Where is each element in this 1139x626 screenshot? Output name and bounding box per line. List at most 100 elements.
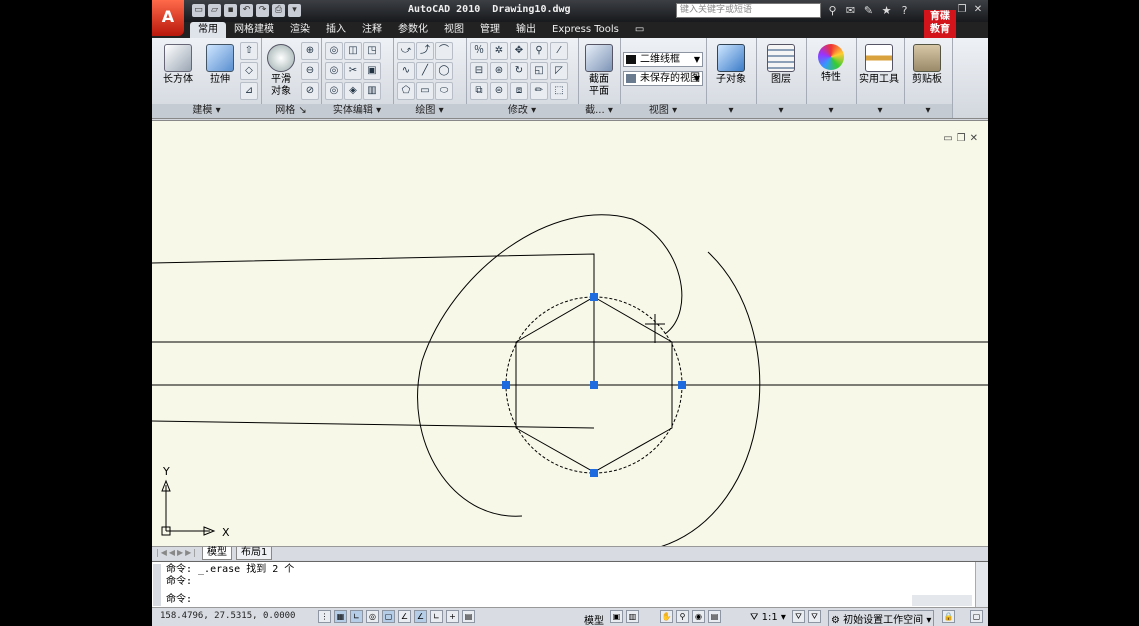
arc-icon[interactable]: ⌒ [435,42,453,60]
ribbon-minimize-icon[interactable]: ▭ [627,22,652,38]
close-icon[interactable]: ✕ [972,4,984,16]
imprint-icon[interactable]: ▣ [363,62,381,80]
panel-modify-label[interactable]: 修改 ▾ [466,104,578,118]
binoculars-icon[interactable]: ⚲ [826,4,839,17]
drawing-canvas[interactable]: ▭ ❐ ✕ Y X [152,120,988,547]
utilities-button[interactable]: 实用工具 [859,44,899,86]
separate-icon[interactable]: ◳ [363,42,381,60]
visual-style-dropdown[interactable]: 二维线框 ▼ [623,52,703,67]
polysolid-icon[interactable]: ◇ [240,62,258,80]
tab-manage[interactable]: 管理 [472,22,508,38]
polar-toggle[interactable]: ◎ [366,610,379,623]
open-file-icon[interactable]: ▱ [208,4,221,17]
tab-mesh-modeling[interactable]: 网格建模 [226,22,282,38]
showmotion-icon[interactable]: ▤ [708,610,721,623]
intersect-icon[interactable]: ◎ [325,82,343,100]
undo-icon[interactable]: ↶ [240,4,253,17]
offset-icon[interactable]: ⊜ [490,82,508,100]
save-icon[interactable]: ▪ [224,4,237,17]
box-button[interactable]: 长方体 [158,44,198,86]
zoom-icon[interactable]: ⚲ [676,610,689,623]
fillet-icon[interactable]: ％ [470,42,488,60]
tab-layout1[interactable]: 布局1 [236,547,273,560]
ortho-toggle[interactable]: ∟ [350,610,363,623]
command-vertical-scrollbar[interactable] [975,562,988,608]
annotation-visibility-icon[interactable]: ⛛ [792,610,805,623]
steeringwheel-icon[interactable]: ◉ [692,610,705,623]
chamfer-icon[interactable]: ◸ [550,62,568,80]
panel-section-label[interactable]: 截... ▾ [578,104,620,118]
coordinates-readout[interactable]: 158.4796, 27.5315, 0.0000 [160,611,295,621]
tab-model[interactable]: 模型 [202,547,232,560]
utilities-expand[interactable]: ▾ [856,104,904,118]
union-icon[interactable]: ◎ [325,42,343,60]
grip-right[interactable] [678,381,686,389]
ducs-toggle[interactable]: ∟ [430,610,443,623]
wrench-handle-bottom[interactable] [152,420,595,429]
subobject-expand[interactable]: ▾ [706,104,756,118]
properties-button[interactable]: 特性 [811,44,851,84]
panel-modeling-label[interactable]: 建模 ▾ [152,104,261,118]
quick-view-drawings-icon[interactable]: ▥ [626,610,639,623]
grip-bottom[interactable] [590,469,598,477]
snap-mode-toggle[interactable]: ⋮ [318,610,331,623]
auto-scale-icon[interactable]: ⛛ [808,610,821,623]
slice-icon[interactable]: ✂ [344,62,362,80]
presspull-icon[interactable]: ⇧ [240,42,258,60]
command-window-grip[interactable] [153,564,161,606]
smooth-more-icon[interactable]: ⊕ [301,42,319,60]
workspace-switcher[interactable]: ⚙ 初始设置工作空间 ▾ [828,610,935,626]
rotate-icon[interactable]: ↻ [510,62,528,80]
trim-icon[interactable]: ⁄ [550,42,568,60]
search-input[interactable]: 键入关键字或短语 [676,3,821,18]
favorites-star-icon[interactable]: ★ [880,4,893,17]
circle-icon[interactable]: ◯ [435,62,453,80]
polyline-icon[interactable]: ⤻ [397,42,415,60]
dyn-toggle[interactable]: + [446,610,459,623]
shell-icon[interactable]: ▥ [363,82,381,100]
spline-icon[interactable]: ∿ [397,62,415,80]
command-input[interactable]: 命令: [166,594,192,606]
command-horizontal-scrollbar[interactable] [912,595,972,606]
smooth-object-button[interactable]: 平滑 对象 [261,44,301,98]
panel-draw-label[interactable]: 绘图 ▾ [393,104,466,118]
move-icon[interactable]: ✥ [510,42,528,60]
clipboard-button[interactable]: 剪贴板 [907,44,947,86]
erase-icon[interactable]: ✏ [530,82,548,100]
restore-icon[interactable]: ❐ [956,4,968,16]
model-space-label[interactable]: 模型 [584,612,604,626]
panel-mesh-label[interactable]: 网格 ↘ [261,104,321,118]
section-plane-button[interactable]: 截面 平面 [579,44,619,98]
otrack-toggle[interactable]: ∠ [414,610,427,623]
subtract-icon[interactable]: ◎ [325,62,343,80]
tab-annotate[interactable]: 注释 [354,22,390,38]
layers-expand[interactable]: ▾ [756,104,806,118]
new-file-icon[interactable]: ▭ [192,4,205,17]
tab-output[interactable]: 输出 [508,22,544,38]
tab-parametric[interactable]: 参数化 [390,22,436,38]
redo-icon[interactable]: ↷ [256,4,269,17]
clean-screen-icon[interactable]: ▢ [970,610,983,623]
line-icon[interactable]: ╱ [416,62,434,80]
refine-mesh-icon[interactable]: ⊘ [301,82,319,100]
plot-icon[interactable]: ⎙ [272,4,285,17]
wrench-head-arc[interactable] [417,214,683,517]
grid-toggle[interactable]: ▦ [334,610,347,623]
lock-icon[interactable]: 🔒 [942,610,955,623]
annotation-scale[interactable]: ⛛ 1:1 ▾ [750,612,786,623]
named-view-dropdown[interactable]: 未保存的视图 ▼ [623,71,703,86]
application-menu-button[interactable]: A [152,0,184,36]
quick-view-layouts-icon[interactable]: ▣ [610,610,623,623]
lineweight-toggle[interactable]: ▤ [462,610,475,623]
panel-solid-editing-label[interactable]: 实体编辑 ▾ [321,104,393,118]
tab-render[interactable]: 渲染 [282,22,318,38]
3dmove-icon[interactable]: ⚲ [530,42,548,60]
mirror-icon[interactable]: ⧉ [470,82,488,100]
3dosnap-toggle[interactable]: ∠ [398,610,411,623]
grip-left[interactable] [502,381,510,389]
help-icon[interactable]: ? [898,4,911,17]
align-icon[interactable]: ⊟ [470,62,488,80]
subscription-icon[interactable]: ✉ [844,4,857,17]
layout-nav-arrows[interactable]: |◀◀▶▶| [156,548,198,557]
wrench-handle-outline[interactable] [152,253,595,296]
